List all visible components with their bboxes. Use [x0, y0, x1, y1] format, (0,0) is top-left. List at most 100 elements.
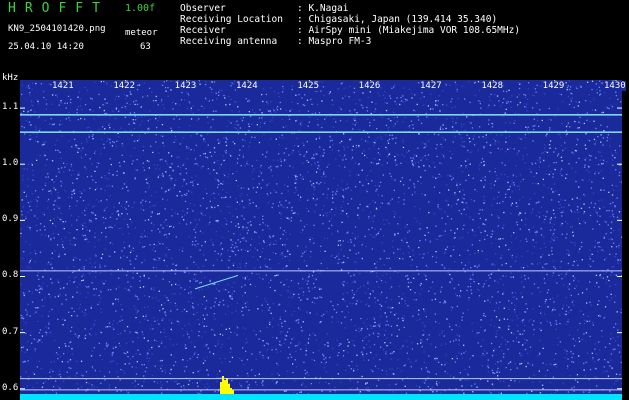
noise-pixel	[588, 320, 591, 322]
info-key: Receiving Location	[180, 14, 283, 25]
noise-pixel	[132, 277, 134, 279]
noise-pixel	[403, 203, 405, 205]
noise-pixel	[228, 259, 230, 261]
noise-pixel	[332, 191, 334, 193]
noise-pixel	[370, 161, 372, 164]
noise-pixel	[198, 80, 201, 82]
noise-pixel	[94, 150, 97, 152]
noise-pixel	[431, 255, 434, 258]
noise-pixel	[506, 100, 508, 102]
noise-pixel	[125, 201, 128, 203]
noise-pixel	[454, 192, 456, 194]
noise-pixel	[110, 163, 112, 166]
noise-pixel	[302, 382, 304, 384]
noise-pixel	[518, 341, 520, 343]
noise-pixel	[164, 371, 166, 374]
noise-pixel	[523, 286, 525, 288]
noise-pixel	[176, 343, 178, 345]
noise-pixel	[603, 317, 605, 319]
noise-pixel	[360, 301, 362, 303]
noise-pixel	[33, 312, 35, 315]
noise-pixel	[50, 376, 52, 378]
noise-pixel	[282, 233, 284, 236]
noise-pixel	[266, 193, 268, 195]
noise-pixel	[353, 243, 355, 246]
noise-pixel	[174, 302, 176, 304]
noise-pixel	[494, 143, 496, 145]
noise-pixel	[574, 340, 577, 342]
noise-pixel	[113, 206, 115, 208]
noise-pixel	[471, 127, 474, 129]
noise-pixel	[451, 306, 454, 309]
noise-pixel	[115, 310, 117, 312]
noise-pixel	[493, 350, 495, 352]
noise-pixel	[67, 376, 70, 378]
noise-pixel	[184, 288, 186, 291]
noise-pixel	[30, 100, 33, 102]
noise-pixel	[396, 324, 398, 327]
noise-pixel	[497, 361, 499, 363]
noise-pixel	[496, 202, 498, 204]
noise-pixel	[436, 390, 438, 392]
noise-pixel	[41, 335, 44, 337]
noise-pixel	[73, 257, 75, 259]
noise-pixel	[355, 144, 358, 147]
noise-pixel	[540, 329, 542, 332]
noise-pixel	[446, 118, 448, 120]
noise-pixel	[570, 226, 572, 228]
noise-pixel	[379, 303, 381, 306]
noise-pixel	[368, 136, 370, 138]
noise-pixel	[468, 174, 470, 176]
noise-pixel	[188, 301, 190, 303]
noise-pixel	[178, 156, 180, 158]
noise-pixel	[98, 264, 101, 266]
noise-pixel	[247, 100, 249, 102]
noise-pixel	[488, 390, 491, 393]
noise-pixel	[365, 271, 367, 273]
noise-pixel	[611, 238, 613, 241]
noise-pixel	[369, 91, 371, 93]
noise-pixel	[497, 281, 499, 283]
noise-pixel	[118, 301, 120, 303]
noise-pixel	[278, 96, 280, 98]
noise-pixel	[593, 120, 595, 122]
noise-pixel	[593, 206, 595, 209]
noise-pixel	[323, 171, 325, 173]
noise-pixel	[256, 159, 258, 162]
noise-pixel	[277, 274, 279, 276]
noise-pixel	[191, 305, 194, 308]
noise-pixel	[288, 154, 290, 156]
noise-pixel	[248, 384, 250, 386]
noise-pixel	[381, 291, 383, 293]
noise-pixel	[252, 178, 254, 180]
noise-pixel	[188, 147, 190, 149]
noise-pixel	[399, 103, 401, 106]
noise-pixel	[180, 287, 182, 289]
noise-pixel	[35, 252, 37, 255]
noise-pixel	[484, 230, 486, 232]
noise-pixel	[319, 321, 321, 324]
noise-pixel	[502, 275, 504, 277]
noise-pixel	[142, 145, 145, 147]
noise-pixel	[221, 89, 223, 92]
noise-pixel	[242, 154, 245, 156]
noise-pixel	[412, 157, 414, 159]
noise-pixel	[206, 192, 208, 195]
noise-pixel	[518, 87, 521, 90]
noise-pixel	[267, 110, 270, 112]
noise-pixel	[365, 292, 367, 294]
noise-pixel	[38, 332, 41, 334]
noise-pixel	[22, 315, 24, 317]
noise-pixel	[118, 95, 120, 98]
noise-pixel	[533, 128, 535, 131]
noise-pixel	[602, 162, 604, 165]
noise-pixel	[158, 152, 160, 154]
noise-pixel	[246, 341, 248, 344]
noise-pixel	[225, 152, 227, 154]
noise-pixel	[554, 216, 556, 219]
noise-pixel	[309, 240, 311, 243]
noise-pixel	[275, 138, 277, 140]
noise-pixel	[25, 120, 27, 122]
noise-pixel	[406, 151, 408, 153]
noise-pixel	[170, 177, 172, 179]
